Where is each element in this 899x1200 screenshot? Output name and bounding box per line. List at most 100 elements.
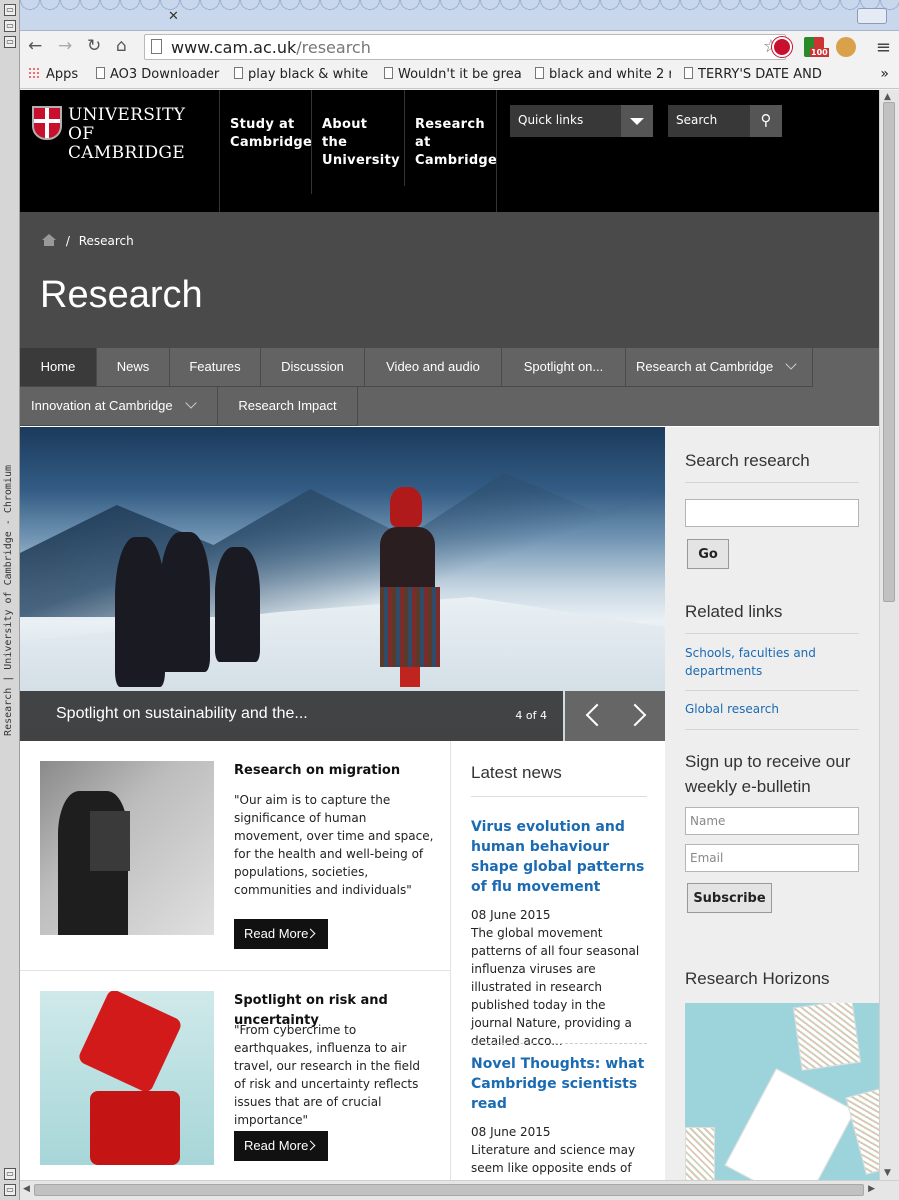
divider <box>471 1043 647 1044</box>
hero-caption[interactable]: Spotlight on sustainability and the... 4… <box>20 691 563 741</box>
window-shade-button[interactable]: ▭ <box>4 1168 16 1180</box>
header-search-input[interactable]: Search ⚲ <box>668 105 782 137</box>
bookmark-item[interactable]: AO3 Downloader <box>96 67 226 82</box>
divider <box>685 633 859 634</box>
window-maximize-button[interactable]: ▭ <box>4 36 16 48</box>
quick-links-dropdown[interactable]: Quick links <box>510 105 653 137</box>
scroll-right-icon[interactable]: ▶ <box>868 1184 875 1194</box>
bookmark-item[interactable]: black and white 2 r <box>535 67 671 82</box>
bookmarks-bar: Apps AO3 Downloader play black & white W… <box>20 63 899 89</box>
scroll-up-icon[interactable]: ▲ <box>884 92 891 102</box>
signup-heading: Sign up to receive our weekly e-bulletin <box>685 752 851 796</box>
subnav-spotlight[interactable]: Spotlight on... <box>502 348 626 387</box>
subscribe-button[interactable]: Subscribe <box>687 883 772 913</box>
hero-figure <box>215 547 260 662</box>
bookmark-item[interactable]: play black & white <box>234 67 374 82</box>
extension-badge: 100 <box>810 48 829 57</box>
name-input[interactable]: Name <box>685 807 859 835</box>
back-arrow-icon[interactable]: ← <box>28 36 42 56</box>
site-header: UNIVERSITY OF CAMBRIDGE Study at Cambrid… <box>20 90 879 212</box>
read-more-button[interactable]: Read More <box>234 1131 328 1161</box>
hero-caption-text: Spotlight on sustainability and the... <box>56 705 308 722</box>
subnav-innovation[interactable]: Innovation at Cambridge <box>20 387 218 426</box>
crest-icon <box>32 106 62 140</box>
read-more-button[interactable]: Read More <box>234 919 328 949</box>
news-date: 08 June 2015 <box>471 908 551 922</box>
nav-study[interactable]: Study at Cambridge <box>219 90 312 212</box>
subnav-video-audio[interactable]: Video and audio <box>365 348 502 387</box>
email-input[interactable]: Email <box>685 844 859 872</box>
research-horizons-image[interactable] <box>685 1003 879 1180</box>
subnav-research-impact[interactable]: Research Impact <box>218 387 358 426</box>
window-resize-button[interactable]: ▭ <box>4 1184 16 1196</box>
chevron-left-icon[interactable] <box>585 703 609 727</box>
browser-menu-icon[interactable]: ≡ <box>876 37 891 58</box>
adblock-extension-icon[interactable] <box>772 37 792 57</box>
cookie-extension-icon[interactable] <box>836 37 856 57</box>
chevron-down-icon <box>785 358 797 370</box>
nav-research[interactable]: Research at Cambridge <box>404 90 497 186</box>
subnav-news[interactable]: News <box>97 348 170 387</box>
page-icon <box>151 39 162 54</box>
link-schools-faculties[interactable]: Schools, faculties and departments <box>685 644 859 680</box>
subnav-discussion[interactable]: Discussion <box>261 348 365 387</box>
forward-arrow-icon[interactable]: → <box>58 36 72 56</box>
window-title: Research | University of Cambridge - Chr… <box>3 465 14 736</box>
feature-title[interactable]: Research on migration <box>234 761 434 781</box>
address-bar[interactable]: www.cam.ac.uk/research ☆ <box>144 34 786 60</box>
home-icon[interactable]: ⌂ <box>116 36 127 56</box>
research-search-input[interactable] <box>685 499 859 527</box>
page-icon <box>96 67 105 79</box>
link-global-research[interactable]: Global research <box>685 700 859 718</box>
divider <box>685 729 859 730</box>
news-summary: Literature and science may seem like opp… <box>471 1143 636 1180</box>
reload-icon[interactable]: ↻ <box>87 36 101 56</box>
news-title[interactable]: Virus evolution and human behaviour shap… <box>471 817 647 897</box>
migration-image[interactable] <box>40 761 214 935</box>
latest-news: Latest news Virus evolution and human be… <box>450 741 665 1180</box>
scroll-left-icon[interactable]: ◀ <box>23 1184 30 1194</box>
section-nav: Home News Features Discussion Video and … <box>20 348 879 426</box>
scrollbar-thumb[interactable] <box>883 102 895 602</box>
go-button[interactable]: Go <box>687 539 729 569</box>
home-icon[interactable] <box>42 234 56 246</box>
search-research-heading: Search research <box>685 451 810 470</box>
extension-grid-icon[interactable]: 100 <box>804 37 829 57</box>
news-title[interactable]: Novel Thoughts: what Cambridge scientist… <box>471 1054 647 1114</box>
hero-figure <box>160 532 210 672</box>
feature-risk: Spotlight on risk and uncertainty "From … <box>20 971 450 1180</box>
nav-about[interactable]: About the University <box>311 90 404 194</box>
latest-news-heading: Latest news <box>471 763 562 782</box>
hero-figure <box>115 537 165 687</box>
bookmark-item[interactable]: TERRY'S DATE AND <box>684 67 822 82</box>
feature-description: "From cybercrime to earthquakes, influen… <box>234 1023 421 1127</box>
subnav-research-at-cambridge[interactable]: Research at Cambridge <box>626 348 813 387</box>
news-date: 08 June 2015 <box>471 1125 551 1139</box>
window-menu-button[interactable]: ▭ <box>4 4 16 16</box>
subnav-home[interactable]: Home <box>20 348 97 387</box>
chevron-right-icon[interactable] <box>623 703 647 727</box>
title-band: / Research Research <box>20 212 879 348</box>
bookmark-apps[interactable]: Apps <box>28 67 78 82</box>
tab-close-icon[interactable]: ✕ <box>168 9 179 24</box>
more-bookmarks-icon[interactable]: » <box>880 66 889 82</box>
university-logo[interactable]: UNIVERSITY OF CAMBRIDGE <box>32 106 212 163</box>
search-icon[interactable]: ⚲ <box>750 105 782 137</box>
vertical-scrollbar[interactable]: ▲ ▼ <box>879 90 899 1180</box>
hero-carousel[interactable]: Spotlight on sustainability and the... 4… <box>20 427 665 741</box>
subnav-features[interactable]: Features <box>170 348 261 387</box>
hero-counter: 4 of 4 <box>515 709 547 722</box>
window-iconify-button[interactable]: ▭ <box>4 20 16 32</box>
horizontal-scrollbar[interactable]: ◀ ▶ <box>20 1180 899 1200</box>
news-summary: The global movement patterns of all four… <box>471 926 640 1048</box>
browser-toolbar: ← → ↻ ⌂ www.cam.ac.uk/research ☆ 100 ≡ <box>20 31 899 63</box>
bookmark-item[interactable]: Wouldn't it be grea <box>384 67 522 82</box>
page-icon <box>684 67 693 79</box>
divider <box>685 482 859 483</box>
dice-image[interactable] <box>40 991 214 1165</box>
logo-text: UNIVERSITY OF CAMBRIDGE <box>68 105 186 163</box>
window-control-button[interactable] <box>857 8 887 24</box>
scrollbar-thumb[interactable] <box>34 1184 864 1196</box>
scroll-down-icon[interactable]: ▼ <box>884 1168 891 1178</box>
nav-divider <box>496 90 497 212</box>
